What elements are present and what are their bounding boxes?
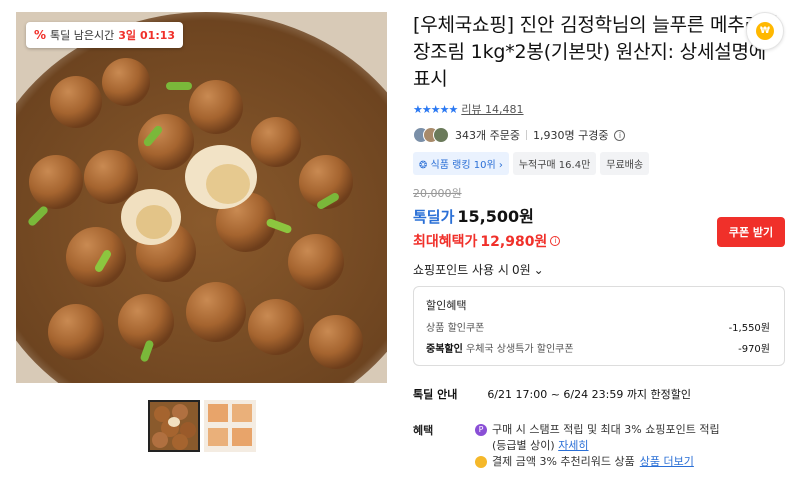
- reward-coin-icon: [475, 456, 487, 468]
- max-benefit-value: 12,980원: [480, 234, 548, 250]
- quail-egg-photo: [16, 12, 387, 383]
- thumbnail-strip: [148, 400, 256, 452]
- info-icon[interactable]: i: [614, 129, 626, 141]
- points-value: 0원: [511, 263, 531, 277]
- benefit-line-label: 상품 할인쿠폰: [426, 323, 485, 334]
- viewers-count: 1,930명 구경중: [532, 129, 609, 142]
- thumbnail-2[interactable]: [204, 400, 256, 452]
- perks-label: 혜택: [413, 424, 434, 437]
- discount-benefit-box: 할인혜택 상품 할인쿠폰 -1,550원 중복할인 우체국 상생특가 할인쿠폰 …: [413, 286, 785, 366]
- perk-line-3: 결제 금액 3% 추천리워드 상품: [492, 455, 635, 468]
- tag-food-ranking[interactable]: ❂ 식품 랭킹 10위 ›: [413, 152, 509, 175]
- deal-info-value: 6/21 17:00 ~ 6/24 23:59 까지 한정할인: [487, 388, 692, 401]
- tag-free-shipping: 무료배송: [600, 152, 650, 175]
- divider: [525, 130, 527, 140]
- coin-icon: ₩: [756, 22, 774, 40]
- points-label: 쇼핑포인트 사용 시: [413, 263, 509, 277]
- benefit-line: 중복할인 우체국 상생특가 할인쿠폰 -970원: [426, 340, 770, 355]
- perk-details-link[interactable]: 자세히: [558, 439, 588, 452]
- more-products-link[interactable]: 상품 더보기: [640, 454, 694, 470]
- product-main-image[interactable]: % 톡딜 남은시간 3일 01:13: [16, 12, 387, 383]
- max-benefit-row: 최대혜택가 12,980원 i 쿠폰 받기: [413, 217, 785, 251]
- benefit-line-label: 우체국 상생특가 할인쿠폰: [466, 344, 574, 355]
- rating-row: ★★★★★ 리뷰 14,481: [413, 101, 785, 117]
- thumbnail-1[interactable]: [148, 400, 200, 452]
- chevron-down-icon: ⌄: [533, 262, 544, 277]
- deal-info-row: 톡딜 안내 6/21 17:00 ~ 6/24 23:59 까지 한정할인: [413, 386, 785, 402]
- orders-count: 343개 주문중: [455, 129, 520, 142]
- benefit-box-title: 할인혜택: [426, 299, 467, 312]
- deal-timer-label: 톡딜 남은시간: [50, 29, 115, 42]
- deal-timer-days: 3일: [118, 29, 137, 42]
- deal-price-label: 톡딜가: [413, 208, 455, 226]
- floating-coin-button[interactable]: ₩: [746, 12, 784, 50]
- deal-info-label: 톡딜 안내: [413, 388, 458, 401]
- point-coin-icon: P: [475, 424, 487, 436]
- perk-line-1: 구매 시 스탬프 적립 및 최대 3% 쇼핑포인트 적립: [492, 423, 720, 436]
- benefit-line-amount: -1,550원: [728, 323, 770, 334]
- perk-line-2: (등급별 상이): [492, 439, 555, 452]
- original-price: 20,000원: [413, 187, 462, 200]
- get-coupon-button[interactable]: 쿠폰 받기: [717, 217, 785, 247]
- perks-row: 혜택 P 구매 시 스탬프 적립 및 최대 3% 쇼핑포인트 적립 (등급별 상…: [413, 422, 785, 470]
- benefit-line-bold-label: 중복할인: [426, 344, 463, 355]
- review-count-link[interactable]: 리뷰 14,481: [461, 101, 523, 117]
- benefit-line: 상품 할인쿠폰 -1,550원: [426, 319, 770, 334]
- product-tags: ❂ 식품 랭킹 10위 › 누적구매 16.4만 무료배송: [413, 152, 785, 175]
- deal-timer-time: 01:13: [140, 28, 176, 42]
- deal-timer-badge: % 톡딜 남은시간 3일 01:13: [26, 22, 184, 48]
- product-info-panel: [우체국쇼핑] 진안 김정학님의 늘푸른 메추리알 장조림 1kg*2봉(기본맛…: [413, 12, 785, 470]
- percent-icon: %: [34, 28, 47, 42]
- perks-body: P 구매 시 스탬프 적립 및 최대 3% 쇼핑포인트 적립 (등급별 상이) …: [475, 422, 720, 470]
- product-title: [우체국쇼핑] 진안 김정학님의 늘푸른 메추리알 장조림 1kg*2봉(기본맛…: [413, 14, 780, 90]
- buyer-avatars: [413, 127, 449, 143]
- tag-cumulative-purchases: 누적구매 16.4만: [512, 152, 597, 175]
- benefit-line-amount: -970원: [738, 344, 770, 355]
- deal-price-value: 15,500원: [457, 207, 534, 226]
- max-benefit-label: 최대혜택가: [413, 234, 478, 250]
- star-rating-icon: ★★★★★: [413, 102, 458, 116]
- activity-stats: 343개 주문중 1,930명 구경중 i: [413, 127, 785, 143]
- points-usage-toggle[interactable]: 쇼핑포인트 사용 시 0원 ⌄: [413, 261, 785, 278]
- info-icon[interactable]: i: [550, 236, 561, 246]
